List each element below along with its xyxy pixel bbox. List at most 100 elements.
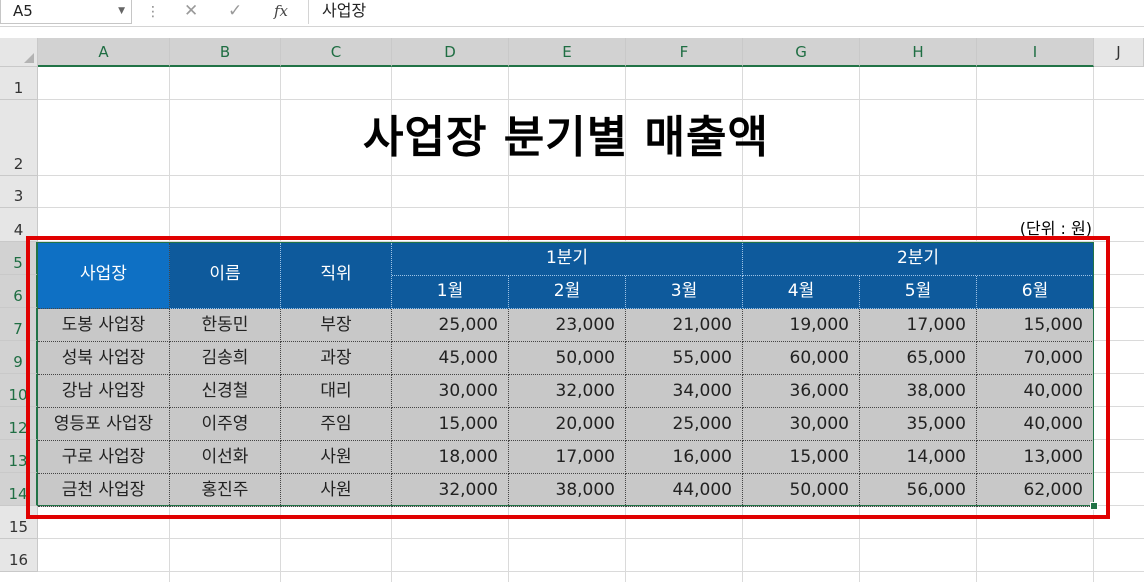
- row-header-3[interactable]: 3: [0, 176, 38, 208]
- header-quarter-2[interactable]: 2분기: [743, 243, 1094, 276]
- sales-value-cell[interactable]: 50,000: [743, 474, 860, 507]
- header-month-6[interactable]: 6월: [977, 276, 1094, 309]
- header-month-3[interactable]: 3월: [626, 276, 743, 309]
- position-cell[interactable]: 대리: [281, 375, 392, 408]
- business-cell[interactable]: 도봉 사업장: [38, 309, 170, 342]
- row-header-6[interactable]: 6: [0, 275, 38, 308]
- column-header-g[interactable]: G: [743, 38, 860, 67]
- position-cell[interactable]: 과장: [281, 342, 392, 375]
- row-header-10[interactable]: 10: [0, 374, 38, 407]
- more-options-icon[interactable]: ⋮: [146, 4, 160, 20]
- sales-value-cell[interactable]: 45,000: [392, 342, 509, 375]
- position-cell[interactable]: 사원: [281, 441, 392, 474]
- sales-value-cell[interactable]: 30,000: [743, 408, 860, 441]
- header-month-2[interactable]: 2월: [509, 276, 626, 309]
- sales-value-cell[interactable]: 19,000: [743, 309, 860, 342]
- column-header-d[interactable]: D: [392, 38, 509, 67]
- sales-value-cell[interactable]: 65,000: [860, 342, 977, 375]
- sales-value-cell[interactable]: 60,000: [743, 342, 860, 375]
- sales-value-cell[interactable]: 16,000: [626, 441, 743, 474]
- sales-value-cell[interactable]: 32,000: [509, 375, 626, 408]
- header-business[interactable]: 사업장: [38, 243, 170, 309]
- row-header-7[interactable]: 7: [0, 308, 38, 341]
- name-cell[interactable]: 이선화: [170, 441, 281, 474]
- header-quarter-1[interactable]: 1분기: [392, 243, 743, 276]
- header-month-1[interactable]: 1월: [392, 276, 509, 309]
- name-cell[interactable]: 한동민: [170, 309, 281, 342]
- sales-value-cell[interactable]: 21,000: [626, 309, 743, 342]
- cancel-icon[interactable]: ✕: [184, 0, 198, 22]
- sales-value-cell[interactable]: 36,000: [743, 375, 860, 408]
- business-cell[interactable]: 금천 사업장: [38, 474, 170, 507]
- select-all-button[interactable]: [0, 38, 38, 67]
- position-cell[interactable]: 사원: [281, 474, 392, 507]
- function-icon[interactable]: fx: [274, 0, 288, 22]
- sales-value-cell[interactable]: 25,000: [392, 309, 509, 342]
- column-header-h[interactable]: H: [860, 38, 977, 67]
- row-header-2[interactable]: 2: [0, 100, 38, 176]
- header-position[interactable]: 직위: [281, 243, 392, 309]
- row-header-15[interactable]: 15: [0, 506, 38, 539]
- sales-value-cell[interactable]: 35,000: [860, 408, 977, 441]
- header-name[interactable]: 이름: [170, 243, 281, 309]
- column-header-f[interactable]: F: [626, 38, 743, 67]
- fill-handle[interactable]: [1090, 502, 1098, 510]
- sales-value-cell[interactable]: 14,000: [860, 441, 977, 474]
- column-header-j[interactable]: J: [1094, 38, 1144, 67]
- name-cell[interactable]: 홍진주: [170, 474, 281, 507]
- business-cell[interactable]: 강남 사업장: [38, 375, 170, 408]
- row-header-13[interactable]: 13: [0, 440, 38, 473]
- column-header-e[interactable]: E: [509, 38, 626, 67]
- sales-value-cell[interactable]: 40,000: [977, 408, 1094, 441]
- sales-value-cell[interactable]: 25,000: [626, 408, 743, 441]
- sales-value-cell[interactable]: 23,000: [509, 309, 626, 342]
- name-cell[interactable]: 이주영: [170, 408, 281, 441]
- row-header-12[interactable]: 12: [0, 407, 38, 440]
- sales-value-cell[interactable]: 56,000: [860, 474, 977, 507]
- sales-value-cell[interactable]: 38,000: [860, 375, 977, 408]
- header-month-4[interactable]: 4월: [743, 276, 860, 309]
- position-cell[interactable]: 부장: [281, 309, 392, 342]
- sales-value-cell[interactable]: 20,000: [509, 408, 626, 441]
- business-cell[interactable]: 성북 사업장: [38, 342, 170, 375]
- sales-value-cell[interactable]: 15,000: [977, 309, 1094, 342]
- sales-value-cell[interactable]: 15,000: [743, 441, 860, 474]
- business-cell[interactable]: 영등포 사업장: [38, 408, 170, 441]
- row-header-14[interactable]: 14: [0, 473, 38, 506]
- column-header-a[interactable]: A: [38, 38, 170, 67]
- unit-label[interactable]: (단위 : 원): [960, 215, 1092, 239]
- sales-value-cell[interactable]: 44,000: [626, 474, 743, 507]
- name-box[interactable]: A5 ▼: [0, 0, 132, 24]
- sales-value-cell[interactable]: 62,000: [977, 474, 1094, 507]
- sales-value-cell[interactable]: 38,000: [509, 474, 626, 507]
- position-cell[interactable]: 주임: [281, 408, 392, 441]
- row-header-1[interactable]: 1: [0, 67, 38, 100]
- sales-value-cell[interactable]: 30,000: [392, 375, 509, 408]
- sheet-title[interactable]: 사업장 분기별 매출액: [38, 99, 1094, 176]
- row-header-5[interactable]: 5: [0, 242, 38, 275]
- chevron-down-icon[interactable]: ▼: [118, 0, 125, 22]
- sales-value-cell[interactable]: 34,000: [626, 375, 743, 408]
- column-header-i[interactable]: I: [977, 38, 1094, 67]
- formula-input[interactable]: 사업장: [322, 0, 366, 22]
- sales-value-cell[interactable]: 32,000: [392, 474, 509, 507]
- sales-value-cell[interactable]: 50,000: [509, 342, 626, 375]
- sales-value-cell[interactable]: 70,000: [977, 342, 1094, 375]
- sales-value-cell[interactable]: 18,000: [392, 441, 509, 474]
- name-cell[interactable]: 신경철: [170, 375, 281, 408]
- column-header-c[interactable]: C: [281, 38, 392, 67]
- row-header-4[interactable]: 4: [0, 208, 38, 242]
- check-icon[interactable]: ✓: [228, 0, 242, 22]
- sales-value-cell[interactable]: 17,000: [860, 309, 977, 342]
- name-cell[interactable]: 김송희: [170, 342, 281, 375]
- sales-value-cell[interactable]: 55,000: [626, 342, 743, 375]
- row-header-16[interactable]: 16: [0, 539, 38, 572]
- row-header-9[interactable]: 9: [0, 341, 38, 374]
- column-header-b[interactable]: B: [170, 38, 281, 67]
- sales-value-cell[interactable]: 17,000: [509, 441, 626, 474]
- business-cell[interactable]: 구로 사업장: [38, 441, 170, 474]
- sales-value-cell[interactable]: 40,000: [977, 375, 1094, 408]
- sales-value-cell[interactable]: 13,000: [977, 441, 1094, 474]
- header-month-5[interactable]: 5월: [860, 276, 977, 309]
- sales-value-cell[interactable]: 15,000: [392, 408, 509, 441]
